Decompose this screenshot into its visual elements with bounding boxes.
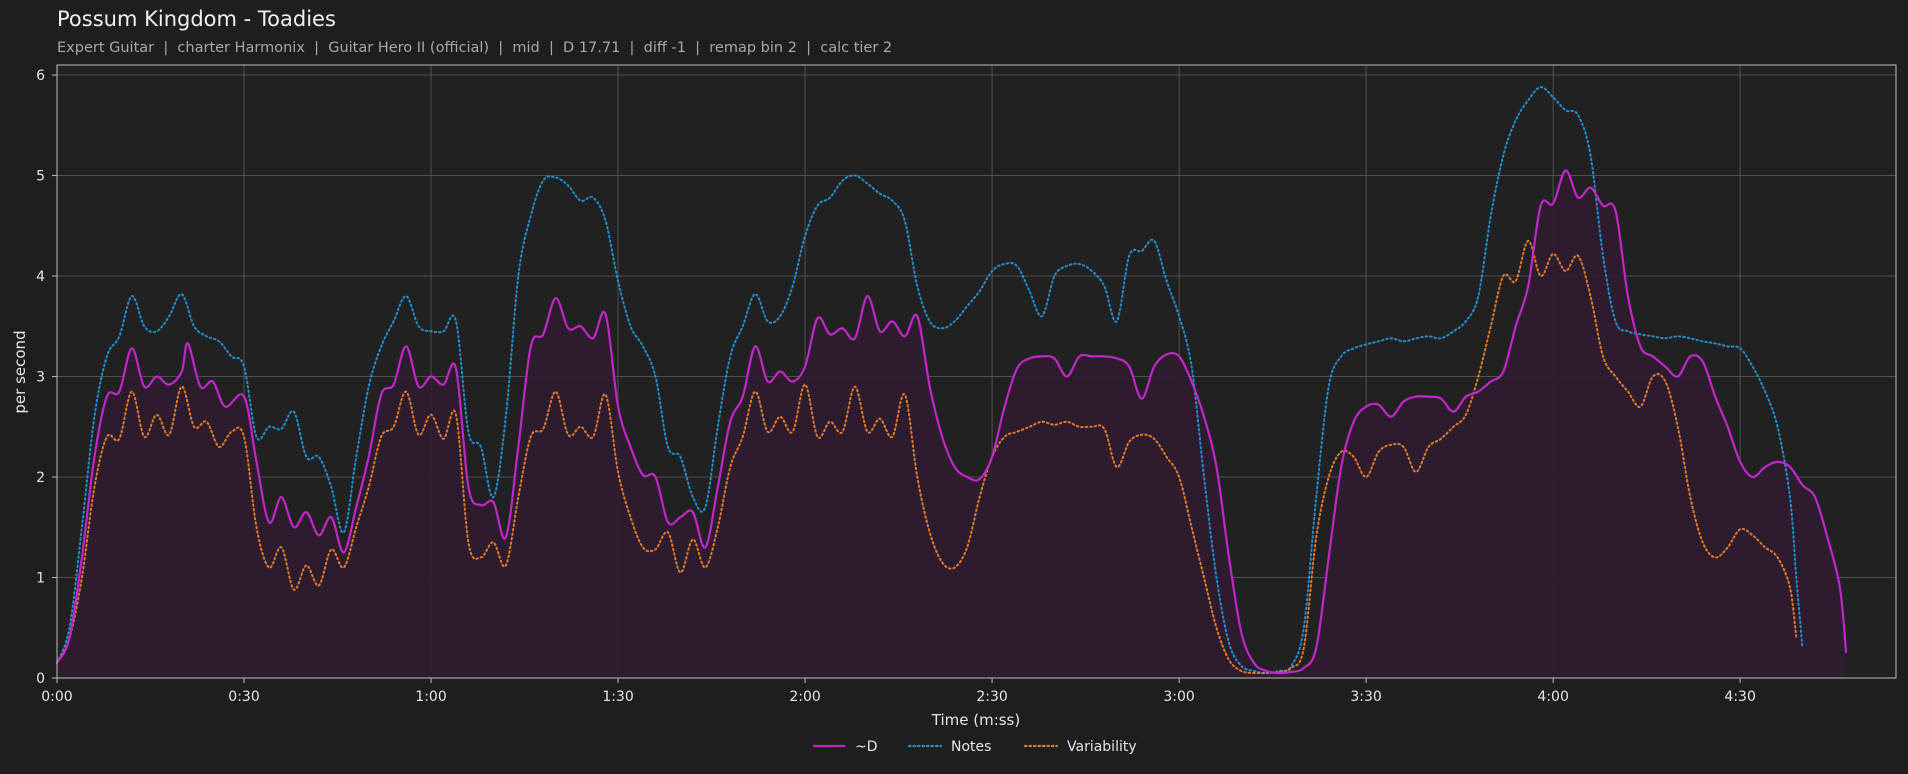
y-axis-label: per second [11,330,29,413]
legend-label: Variability [1067,739,1137,755]
x-axis: 0:00 0:30 1:00 1:30 2:00 2:30 3:00 3:30 4:00 4:30 [41,678,1756,705]
y-tick-label: 5 [36,169,45,185]
legend: ~D Notes Variability [813,739,1137,755]
y-tick-label: 2 [36,470,45,486]
x-tick-label: 0:00 [41,689,72,705]
x-tick-label: 4:30 [1724,689,1755,705]
y-tick-label: 0 [36,671,45,687]
legend-label: Notes [951,739,991,755]
x-tick-label: 3:30 [1350,689,1381,705]
x-tick-label: 1:00 [415,689,446,705]
y-axis: 0 1 2 3 4 5 6 [36,68,57,687]
x-tick-label: 2:30 [976,689,1007,705]
legend-label: ~D [855,739,878,755]
x-axis-label: Time (m:ss) [931,711,1020,729]
y-tick-label: 3 [36,370,45,386]
y-tick-label: 1 [36,571,45,587]
x-tick-label: 3:00 [1163,689,1194,705]
y-tick-label: 4 [36,269,45,285]
x-tick-label: 1:30 [602,689,633,705]
chart-svg: 0:00 0:30 1:00 1:30 2:00 2:30 3:00 3:30 4:00 4:30… [11,64,1897,755]
x-tick-label: 0:30 [228,689,259,705]
y-tick-label: 6 [36,68,45,84]
x-tick-label: 4:00 [1537,689,1568,705]
x-tick-label: 2:00 [789,689,820,705]
